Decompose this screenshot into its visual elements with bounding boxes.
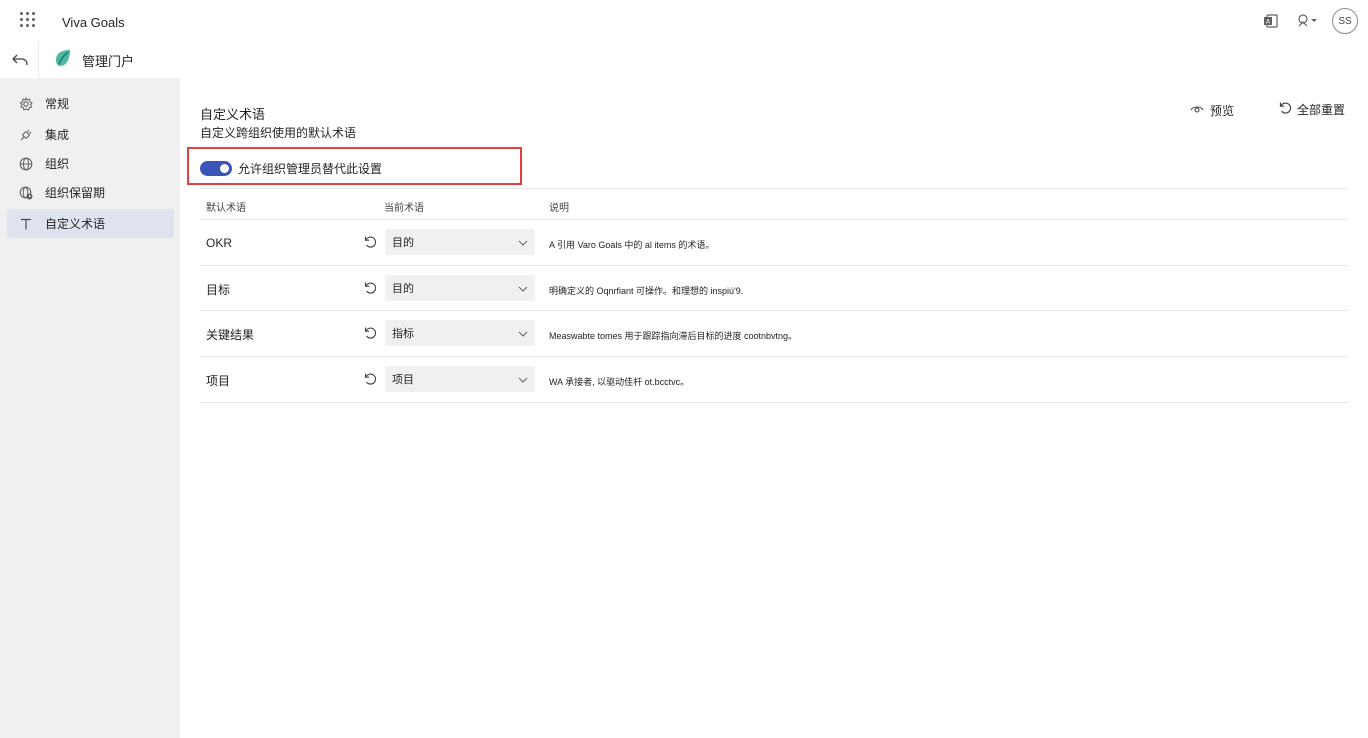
reset-all-label: 全部重置 [1297,103,1346,117]
sidebar: 常规 集成 组织 组织保留期 自定义术语 [0,78,180,738]
dropdown-value: 目的 [392,237,414,249]
divider [38,42,39,78]
undo-icon [1278,101,1292,118]
dropdown-value: 目的 [392,283,414,295]
undo-icon[interactable] [363,372,377,386]
row-default-term: 项目 [206,374,231,388]
toggle-label: 允许组织管理员替代此设置 [238,162,383,176]
divider [200,310,1348,311]
sidebar-item-retention[interactable]: 组织保留期 [7,178,174,207]
app-launcher-icon[interactable] [20,12,35,27]
page-subtitle: 自定义跨组织使用的默认术语 [200,126,357,140]
sidebar-item-label: 组织保留期 [45,186,106,200]
globe-icon [18,156,34,172]
main-content: 自定义术语 自定义跨组织使用的默认术语 预览 全部重置 允许组织管理员替代此设置… [180,78,1368,738]
undo-icon[interactable] [363,281,377,295]
row-description: WA 承接者, 以驱动佳杆 ot.bcctvc。 [549,377,690,387]
column-header-current: 当前术语 [384,203,424,214]
current-term-dropdown[interactable]: 项目 [385,366,535,392]
row-description: 明确定义的 Oqnrfiant 可操作。和理想的 inspiú'9. [549,286,744,296]
top-right-actions: A SS [1260,8,1358,34]
chevron-down-icon [517,327,529,339]
office-apps-icon[interactable]: A [1260,10,1282,32]
row-description: Measwabte tomes 用于跟踪指向滞后目标的进度 cootnbvtng… [549,331,798,341]
avatar[interactable]: SS [1332,8,1358,34]
sidebar-item-organization[interactable]: 组织 [7,149,174,178]
viva-goals-logo-icon [53,48,73,68]
help-dropdown-icon[interactable] [1296,10,1318,32]
divider [200,265,1348,266]
page-title: 自定义术语 [200,107,266,122]
globe-clock-icon [18,185,34,201]
current-term-dropdown[interactable]: 目的 [385,229,535,255]
preview-button[interactable]: 预览 [1190,102,1234,119]
divider [200,402,1348,403]
undo-icon[interactable] [363,326,377,340]
portal-header: 管理门户 [0,42,1368,78]
divider [200,188,1348,189]
text-t-icon [18,216,34,232]
gear-icon [18,96,34,112]
chevron-down-icon [517,373,529,385]
app-name: Viva Goals [62,15,125,30]
row-description: A 引用 Varo Goals 中的 al items 的术语。 [549,240,715,250]
column-header-default: 默认术语 [206,203,246,214]
sidebar-item-label: 集成 [45,128,70,142]
top-bar: Viva Goals A SS [0,0,1368,42]
row-default-term: 目标 [206,283,231,297]
plug-icon [18,127,34,143]
sidebar-item-label: 常规 [45,97,70,111]
current-term-dropdown[interactable]: 目的 [385,275,535,301]
divider [200,219,1348,220]
back-arrow-icon[interactable] [8,48,32,72]
chevron-down-icon [517,236,529,248]
sidebar-item-label: 自定义术语 [45,217,106,231]
column-header-description: 说明 [549,203,569,214]
sidebar-item-general[interactable]: 常规 [7,89,174,118]
sidebar-item-label: 组织 [45,157,70,171]
current-term-dropdown[interactable]: 指标 [385,320,535,346]
portal-title: 管理门户 [82,54,135,69]
allow-override-toggle[interactable] [200,161,232,176]
divider [200,356,1348,357]
row-default-term: OKR [206,236,233,250]
preview-label: 预览 [1210,104,1235,118]
chevron-down-icon [517,282,529,294]
undo-icon[interactable] [363,235,377,249]
reset-all-button[interactable]: 全部重置 [1278,101,1345,118]
sidebar-item-integrations[interactable]: 集成 [7,120,174,149]
dropdown-value: 指标 [392,328,414,340]
sidebar-item-custom-terminology[interactable]: 自定义术语 [7,209,174,238]
dropdown-value: 项目 [392,374,414,386]
eye-icon [1190,103,1204,118]
row-default-term: 关键结果 [206,328,255,342]
